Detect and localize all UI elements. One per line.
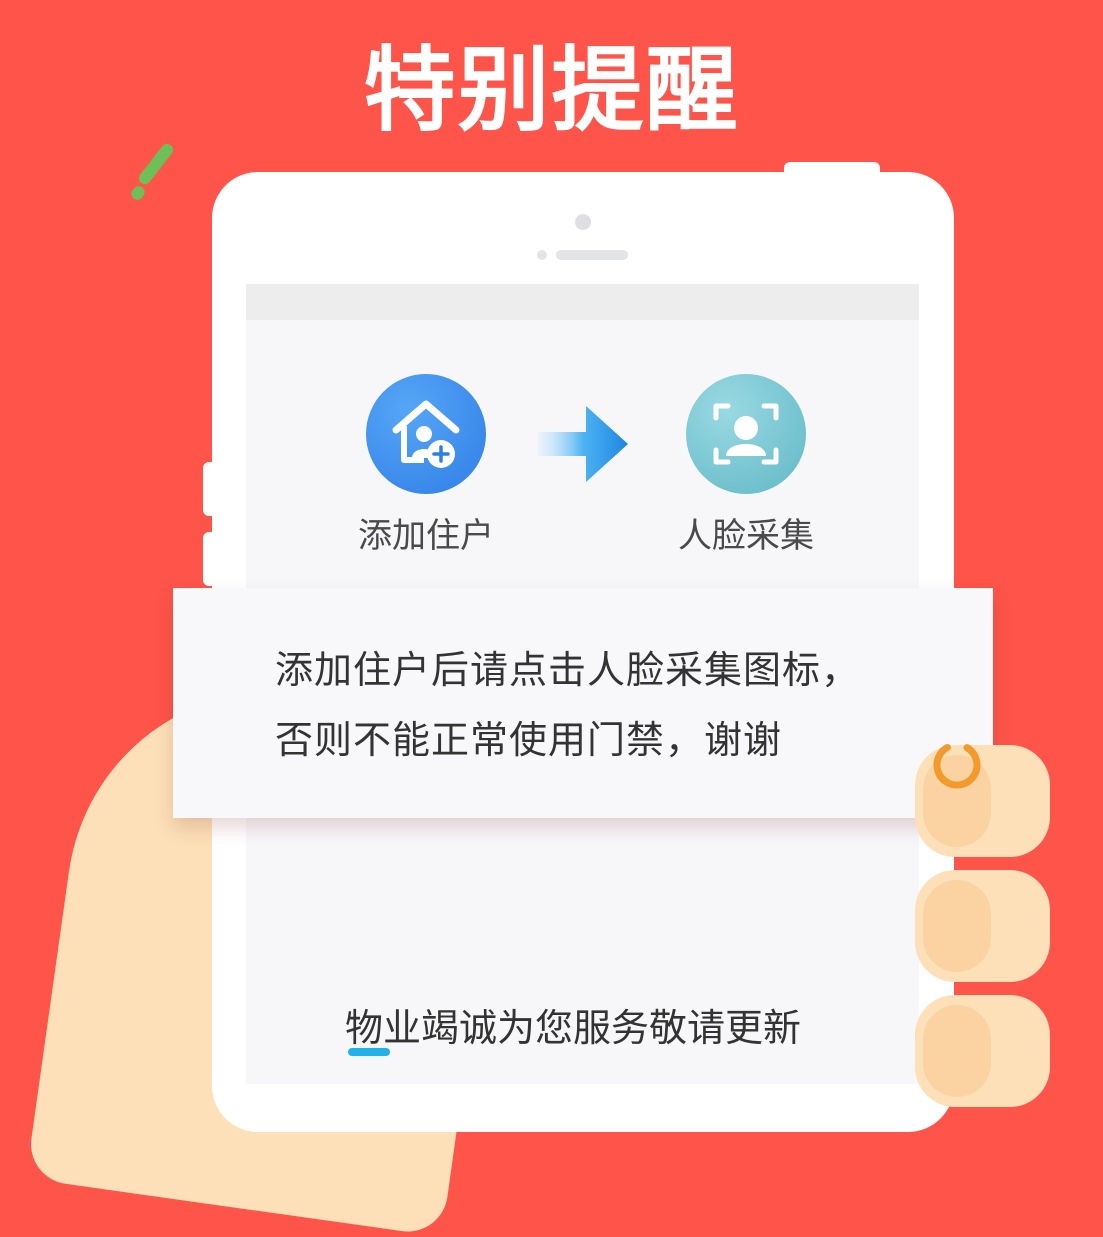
footer-message: 物业竭诚为您服务敬请更新 <box>345 1006 802 1050</box>
house-add-user-icon[interactable] <box>366 374 486 494</box>
sensor-dot <box>537 250 547 260</box>
sparkle-decoration <box>136 141 176 187</box>
notice-line-1: 添加住户后请点击人脸采集图标， <box>275 648 861 692</box>
finger-2 <box>915 870 1050 982</box>
screen-header-bar <box>246 284 919 320</box>
notice-popup: 添加住户后请点击人脸采集图标， 否则不能正常使用门禁，谢谢 <box>173 588 993 818</box>
face-scan-icon[interactable] <box>686 374 806 494</box>
footer-underline <box>348 1048 390 1056</box>
camera-icon <box>575 214 591 230</box>
finger-3 <box>915 995 1050 1107</box>
notice-line-2: 否则不能正常使用门禁，谢谢 <box>275 718 783 762</box>
add-resident-label: 添加住户 <box>358 516 494 556</box>
speaker-grille <box>556 250 628 260</box>
sparkle-dot-decoration <box>128 183 148 203</box>
loading-spinner-icon <box>930 738 984 792</box>
fingernail <box>923 1005 991 1097</box>
arrow-right-icon <box>536 402 630 486</box>
face-capture-label: 人脸采集 <box>678 516 814 556</box>
fingernail <box>923 880 991 972</box>
page-title: 特别提醒 <box>363 37 740 144</box>
